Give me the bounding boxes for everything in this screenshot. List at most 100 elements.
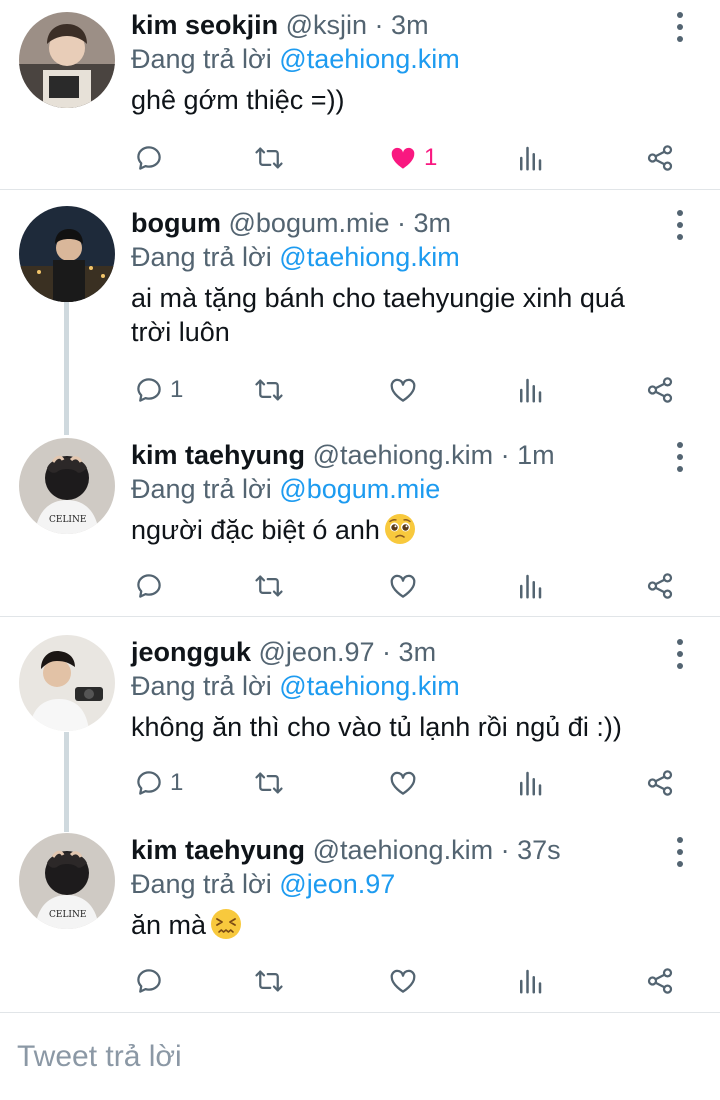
timestamp[interactable]: 3m xyxy=(391,10,429,40)
separator-dot: · xyxy=(374,10,384,40)
tweet-header: bogum @bogum.mie · 3m xyxy=(131,206,451,240)
tweet-header: kim taehyung @taehiong.kim · 37s xyxy=(131,833,561,867)
mention-link[interactable]: @bogum.mie xyxy=(279,474,440,504)
divider xyxy=(0,1012,720,1013)
tweet[interactable]: jeongguk @jeon.97 · 3m Đang trả lời @tae… xyxy=(0,627,720,821)
replying-prefix: Đang trả lời xyxy=(131,869,272,899)
retweet-button[interactable] xyxy=(254,372,284,408)
mention-link[interactable]: @taehiong.kim xyxy=(279,44,460,74)
like-button[interactable] xyxy=(388,568,424,604)
like-button[interactable]: 1 xyxy=(388,140,437,176)
confounded-face-emoji xyxy=(210,908,242,948)
timestamp[interactable]: 1m xyxy=(517,440,555,470)
like-icon xyxy=(388,375,418,405)
avatar[interactable] xyxy=(19,635,115,731)
retweet-icon xyxy=(254,768,284,798)
analytics-button[interactable] xyxy=(515,372,545,408)
svg-text:CELINE: CELINE xyxy=(49,910,86,920)
author-name[interactable]: bogum xyxy=(131,208,221,238)
reply-button[interactable]: 1 xyxy=(134,765,183,801)
share-icon xyxy=(645,768,675,798)
tweet-text: ghê gớm thiệc =)) xyxy=(131,83,691,117)
tweet-text-content: người đặc biệt ó anh xyxy=(131,515,380,545)
tweet-header: kim seokjin @ksjin · 3m xyxy=(131,8,429,42)
replying-prefix: Đang trả lời xyxy=(131,242,272,272)
reply-count: 1 xyxy=(170,769,184,796)
author-handle[interactable]: @jeon.97 xyxy=(259,637,375,667)
mention-link[interactable]: @jeon.97 xyxy=(279,869,395,899)
tweet[interactable]: CELINE kim taehyung @taehiong.kim · 37s … xyxy=(0,825,720,1011)
reply-icon xyxy=(134,571,164,601)
tweet[interactable]: kim seokjin @ksjin · 3m Đang trả lời @ta… xyxy=(0,0,720,188)
share-button[interactable] xyxy=(645,568,675,604)
tweet[interactable]: bogum @bogum.mie · 3m Đang trả lời @taeh… xyxy=(0,198,720,428)
more-icon[interactable] xyxy=(668,12,692,42)
more-icon[interactable] xyxy=(668,210,692,240)
replying-to: Đang trả lời @taehiong.kim xyxy=(131,669,460,703)
author-name[interactable]: kim seokjin xyxy=(131,10,278,40)
more-icon[interactable] xyxy=(668,442,692,472)
avatar[interactable]: CELINE xyxy=(19,438,115,534)
like-button[interactable] xyxy=(388,372,424,408)
reply-button[interactable] xyxy=(134,140,170,176)
tweet[interactable]: CELINE kim taehyung @taehiong.kim · 1m Đ… xyxy=(0,430,720,616)
analytics-button[interactable] xyxy=(515,568,545,604)
author-handle[interactable]: @taehiong.kim xyxy=(313,440,494,470)
analytics-icon xyxy=(515,143,545,173)
tweet-text: ăn mà xyxy=(131,908,691,948)
author-name[interactable]: kim taehyung xyxy=(131,835,305,865)
retweet-button[interactable] xyxy=(254,765,284,801)
avatar[interactable] xyxy=(19,12,115,108)
avatar[interactable]: CELINE xyxy=(19,833,115,929)
analytics-button[interactable] xyxy=(515,765,545,801)
share-icon xyxy=(645,143,675,173)
timestamp[interactable]: 37s xyxy=(517,835,561,865)
share-icon xyxy=(645,966,675,996)
reply-icon xyxy=(134,375,164,405)
like-button[interactable] xyxy=(388,963,424,999)
author-name[interactable]: kim taehyung xyxy=(131,440,305,470)
avatar[interactable] xyxy=(19,206,115,302)
share-button[interactable] xyxy=(645,963,675,999)
reply-button[interactable]: 1 xyxy=(134,372,183,408)
share-button[interactable] xyxy=(645,372,675,408)
reply-button[interactable] xyxy=(134,568,170,604)
reply-icon xyxy=(134,143,164,173)
replying-to: Đang trả lời @taehiong.kim xyxy=(131,42,460,76)
share-button[interactable] xyxy=(645,765,675,801)
divider xyxy=(0,616,720,617)
reply-input[interactable]: Tweet trả lời xyxy=(17,1037,182,1077)
share-button[interactable] xyxy=(645,140,675,176)
more-icon[interactable] xyxy=(668,639,692,669)
action-bar: 1 xyxy=(131,372,691,408)
retweet-icon xyxy=(254,143,284,173)
tweet-header: kim taehyung @taehiong.kim · 1m xyxy=(131,438,555,472)
author-handle[interactable]: @ksjin xyxy=(286,10,367,40)
author-handle[interactable]: @taehiong.kim xyxy=(313,835,494,865)
tweet-text-content: không ăn thì cho vào tủ lạnh rồi ngủ đi … xyxy=(131,712,622,742)
separator-dot: · xyxy=(500,835,510,865)
tweet-text-content: ăn mà xyxy=(131,910,207,940)
svg-text:CELINE: CELINE xyxy=(49,515,86,525)
reply-count: 1 xyxy=(170,376,184,403)
retweet-button[interactable] xyxy=(254,140,284,176)
replying-prefix: Đang trả lời xyxy=(131,671,272,701)
reply-button[interactable] xyxy=(134,963,170,999)
timestamp[interactable]: 3m xyxy=(399,637,437,667)
pleading-face-emoji xyxy=(384,513,416,553)
like-icon xyxy=(388,143,418,173)
analytics-button[interactable] xyxy=(515,963,545,999)
tweet-text: ai mà tặng bánh cho taehyungie xinh quá … xyxy=(131,281,671,349)
retweet-button[interactable] xyxy=(254,568,284,604)
timestamp[interactable]: 3m xyxy=(414,208,452,238)
author-handle[interactable]: @bogum.mie xyxy=(229,208,390,238)
mention-link[interactable]: @taehiong.kim xyxy=(279,671,460,701)
action-bar: 1 xyxy=(131,765,691,801)
mention-link[interactable]: @taehiong.kim xyxy=(279,242,460,272)
author-name[interactable]: jeongguk xyxy=(131,637,251,667)
retweet-button[interactable] xyxy=(254,963,284,999)
action-bar xyxy=(131,568,691,604)
analytics-button[interactable] xyxy=(515,140,545,176)
like-button[interactable] xyxy=(388,765,424,801)
more-icon[interactable] xyxy=(668,837,692,867)
